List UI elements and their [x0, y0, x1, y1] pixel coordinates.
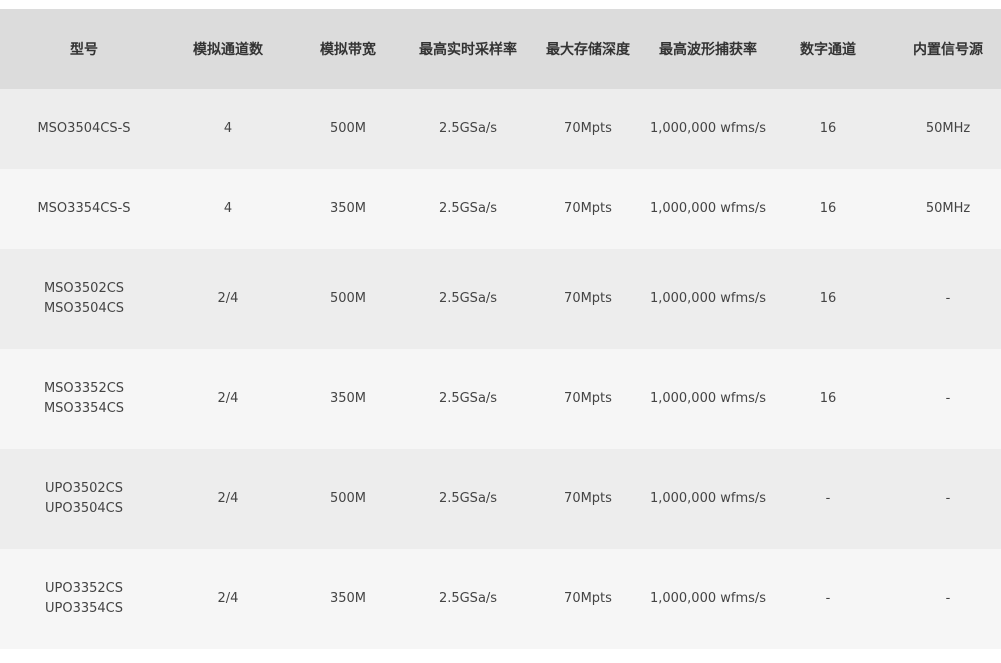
sample-rate-cell: 2.5GSa/s [438, 291, 498, 306]
model-name: UPO3502CS [45, 481, 123, 496]
model-name: MSO3502CS [43, 281, 125, 296]
table-row: MSO3352CS MSO3354CS 2/4 350M 2.5GSa/s 70Mpts 1… [0, 349, 1001, 449]
model-cell: MSO3504CS-S [0, 89, 168, 169]
digital-channels-cell: 16 [819, 121, 837, 136]
sample-rate-cell: 2.5GSa/s [438, 121, 498, 136]
analog-channels-cell: 2/4 [217, 391, 239, 406]
model-name: UPO3352CS [45, 581, 123, 596]
analog-channels-cell: 2/4 [217, 491, 239, 506]
memory-depth-cell: 70Mpts [564, 391, 612, 406]
spec-table-container: 型号 模拟通道数 模拟带宽 最高实时采样率 最大存储深度 最高波形捕获率 数字通道 内置信号源… [0, 9, 1001, 649]
model-name: MSO3504CS-S [37, 121, 131, 136]
model-cell: MSO3352CS MSO3354CS [0, 349, 168, 449]
digital-channels-cell: - [825, 491, 831, 506]
memory-depth-cell: 70Mpts [564, 491, 612, 506]
column-header: 模拟通道数 [193, 42, 263, 58]
table-body: MSO3504CS-S 4 500M 2.5GSa/s 70Mpts 1,000,000 … [0, 89, 1001, 649]
signal-source-cell: - [945, 591, 951, 606]
signal-source-cell: - [945, 491, 951, 506]
model-cell: MSO3354CS-S [0, 169, 168, 249]
column-header: 最大存储深度 [546, 42, 630, 58]
analog-channels-cell: 2/4 [217, 591, 239, 606]
table-row: UPO3502CS UPO3504CS 2/4 500M 2.5GSa/s 70Mpts 1… [0, 449, 1001, 549]
sample-rate-cell: 2.5GSa/s [438, 491, 498, 506]
column-header: 最高波形捕获率 [659, 42, 757, 58]
capture-rate-cell: 1,000,000 wfms/s [649, 121, 767, 136]
model-name: MSO3352CS [43, 381, 125, 396]
column-header: 内置信号源 [913, 42, 983, 58]
analog-channels-cell: 2/4 [217, 291, 239, 306]
model-cell: UPO3352CS UPO3354CS [0, 549, 168, 649]
memory-depth-cell: 70Mpts [564, 201, 612, 216]
table-row: MSO3354CS-S 4 350M 2.5GSa/s 70Mpts 1,000,000 … [0, 169, 1001, 249]
table-header-row: 型号 模拟通道数 模拟带宽 最高实时采样率 最大存储深度 最高波形捕获率 数字通道 内置信号源… [0, 9, 1001, 89]
column-header: 模拟带宽 [320, 42, 376, 58]
bandwidth-cell: 350M [329, 591, 367, 606]
capture-rate-cell: 1,000,000 wfms/s [649, 201, 767, 216]
table-row: MSO3504CS-S 4 500M 2.5GSa/s 70Mpts 1,000,000 … [0, 89, 1001, 169]
bandwidth-cell: 500M [329, 121, 367, 136]
signal-source-cell: 50MHz [925, 121, 971, 136]
analog-channels-cell: 4 [223, 201, 233, 216]
capture-rate-cell: 1,000,000 wfms/s [649, 591, 767, 606]
model-name: UPO3504CS [45, 501, 123, 516]
sample-rate-cell: 2.5GSa/s [438, 391, 498, 406]
bandwidth-cell: 500M [329, 291, 367, 306]
model-name: MSO3504CS [43, 301, 125, 316]
analog-channels-cell: 4 [223, 121, 233, 136]
sample-rate-cell: 2.5GSa/s [438, 591, 498, 606]
memory-depth-cell: 70Mpts [564, 591, 612, 606]
table-row: UPO3352CS UPO3354CS 2/4 350M 2.5GSa/s 70Mpts 1… [0, 549, 1001, 649]
bandwidth-cell: 350M [329, 391, 367, 406]
column-header: 数字通道 [800, 42, 856, 58]
model-name: UPO3354CS [45, 601, 123, 616]
model-name: MSO3354CS-S [37, 201, 131, 216]
column-header: 型号 [70, 42, 98, 58]
column-header: 最高实时采样率 [419, 42, 517, 58]
digital-channels-cell: 16 [819, 291, 837, 306]
capture-rate-cell: 1,000,000 wfms/s [649, 491, 767, 506]
signal-source-cell: 50MHz [925, 201, 971, 216]
model-cell: MSO3502CS MSO3504CS [0, 249, 168, 349]
memory-depth-cell: 70Mpts [564, 121, 612, 136]
digital-channels-cell: - [825, 591, 831, 606]
bandwidth-cell: 500M [329, 491, 367, 506]
model-name: MSO3354CS [43, 401, 125, 416]
sample-rate-cell: 2.5GSa/s [438, 201, 498, 216]
table-row: MSO3502CS MSO3504CS 2/4 500M 2.5GSa/s 70Mpts 1… [0, 249, 1001, 349]
digital-channels-cell: 16 [819, 201, 837, 216]
capture-rate-cell: 1,000,000 wfms/s [649, 291, 767, 306]
spec-table: 型号 模拟通道数 模拟带宽 最高实时采样率 最大存储深度 最高波形捕获率 数字通道 内置信号源… [0, 9, 1001, 649]
capture-rate-cell: 1,000,000 wfms/s [649, 391, 767, 406]
memory-depth-cell: 70Mpts [564, 291, 612, 306]
signal-source-cell: - [945, 291, 951, 306]
signal-source-cell: - [945, 391, 951, 406]
bandwidth-cell: 350M [329, 201, 367, 216]
digital-channels-cell: 16 [819, 391, 837, 406]
model-cell: UPO3502CS UPO3504CS [0, 449, 168, 549]
